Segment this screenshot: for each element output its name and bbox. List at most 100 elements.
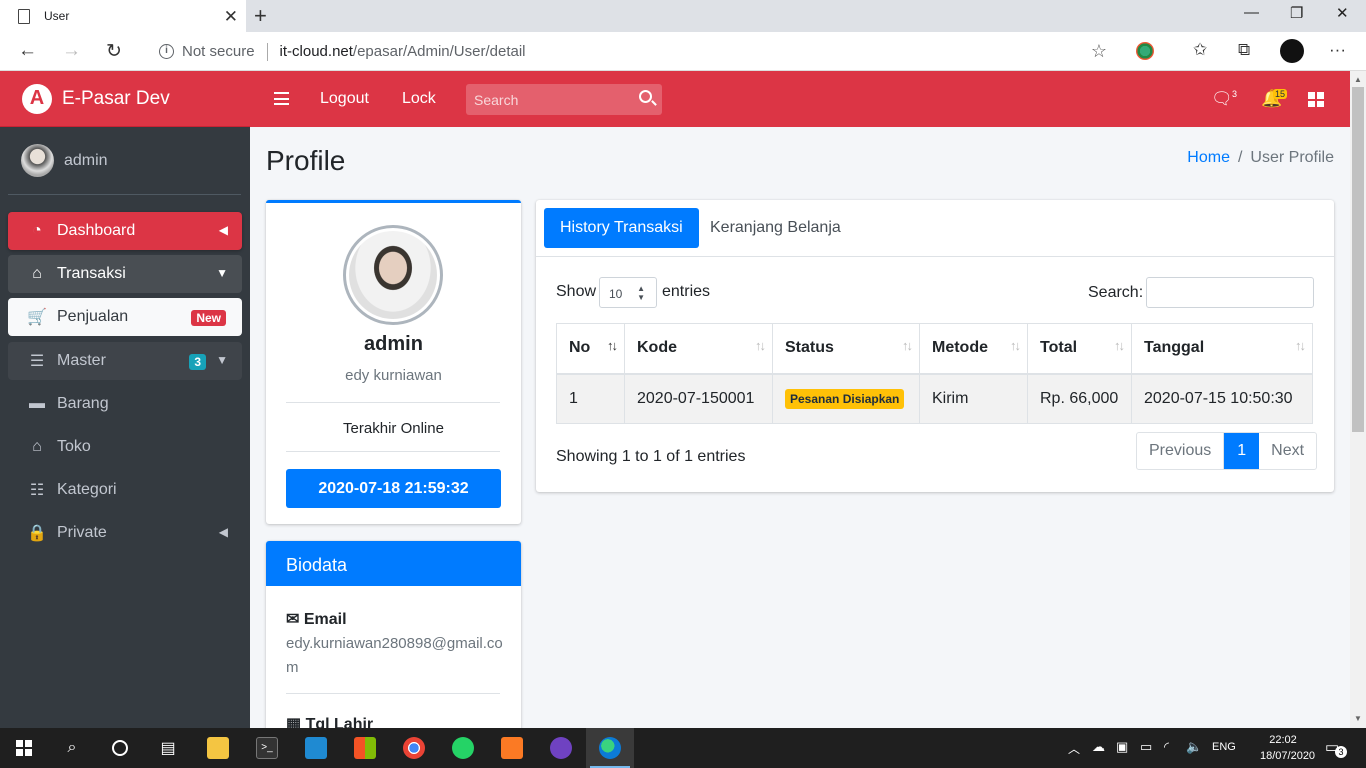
volume-icon[interactable]: 🔈 xyxy=(1186,739,1202,755)
page-scrollbar[interactable]: ▲ ▼ xyxy=(1350,71,1366,728)
page-icon xyxy=(18,8,30,24)
page-title: Profile xyxy=(266,145,346,176)
logout-link[interactable]: Logout xyxy=(320,90,369,108)
xampp-icon[interactable] xyxy=(488,728,536,768)
sidebar: admin ◔ Dashboard ◀ ⌂ Transaksi ▼ 🛒 Penj… xyxy=(0,127,250,728)
new-tab-button[interactable]: + xyxy=(254,3,267,29)
sidebar-item-private[interactable]: 🔒 Private ◀ xyxy=(8,514,242,552)
tab-keranjang-belanja[interactable]: Keranjang Belanja xyxy=(694,208,857,248)
previous-page-button[interactable]: Previous xyxy=(1137,433,1225,469)
sidebar-item-penjualan[interactable]: 🛒 Penjualan New xyxy=(8,298,242,336)
sidebar-item-kategori[interactable]: ☷ Kategori xyxy=(8,471,242,509)
battery-icon[interactable]: ▭ xyxy=(1140,739,1152,755)
top-navbar: Logout Lock Search 🗨 3 🔔 15 xyxy=(250,71,1350,127)
scroll-down-icon[interactable]: ▼ xyxy=(1354,714,1362,723)
sidebar-item-barang[interactable]: ▬ Barang xyxy=(8,385,242,423)
scroll-up-icon[interactable]: ▲ xyxy=(1354,75,1362,84)
messages-icon[interactable]: 🗨 xyxy=(1211,89,1233,109)
tray-chevron-up-icon[interactable]: ︿ xyxy=(1068,740,1080,757)
security-label: Not secure xyxy=(182,43,255,60)
page-1-button[interactable]: 1 xyxy=(1224,433,1260,469)
search-icon[interactable] xyxy=(639,90,652,103)
transactions-card: History Transaksi Keranjang Belanja Show… xyxy=(536,200,1334,492)
sidebar-item-dashboard[interactable]: ◔ Dashboard ◀ xyxy=(8,212,242,250)
table-row[interactable]: 1 2020-07-150001 Pesanan Disiapkan Kirim… xyxy=(556,373,1313,424)
info-icon[interactable]: i xyxy=(159,44,174,59)
profile-username: admin xyxy=(364,333,423,355)
address-bar-row: ← → ↻ i Not secure it-cloud.net /epasar/… xyxy=(0,32,1366,71)
language-indicator[interactable]: ENG xyxy=(1212,741,1236,753)
sidebar-item-toko[interactable]: ⌂ Toko xyxy=(8,428,242,466)
column-tanggal[interactable]: Tanggal ↑↓ xyxy=(1131,323,1313,375)
column-label: Status xyxy=(785,339,834,357)
more-menu-icon[interactable]: ··· xyxy=(1329,40,1346,60)
tachometer-icon: ◔ xyxy=(32,222,42,239)
whatsapp-icon[interactable] xyxy=(439,728,487,768)
sidebar-user-panel[interactable]: admin xyxy=(8,127,241,195)
lock-link[interactable]: Lock xyxy=(402,90,436,108)
tray-app-icon[interactable]: ▣ xyxy=(1116,739,1128,755)
forward-icon[interactable]: → xyxy=(62,40,81,62)
store-icon[interactable] xyxy=(341,728,389,768)
column-kode[interactable]: Kode ↑↓ xyxy=(624,323,773,375)
profile-avatar-icon[interactable] xyxy=(1280,39,1304,63)
control-sidebar-grid-icon[interactable] xyxy=(1308,92,1324,107)
scrollbar-thumb[interactable] xyxy=(1352,87,1364,432)
url-field[interactable]: i Not secure it-cloud.net /epasar/Admin/… xyxy=(145,36,1119,67)
navbar-search-input[interactable]: Search xyxy=(466,84,662,115)
next-page-button[interactable]: Next xyxy=(1259,433,1316,469)
column-status[interactable]: Status ↑↓ xyxy=(772,323,920,375)
sidebar-item-master[interactable]: ☰ Master 3 ▼ xyxy=(8,342,242,380)
last-online-button[interactable]: 2020-07-18 21:59:32 xyxy=(286,469,501,508)
minimize-icon[interactable]: — xyxy=(1244,4,1259,21)
hamburger-menu-icon[interactable] xyxy=(274,92,289,105)
close-tab-icon[interactable]: ✕ xyxy=(224,7,238,27)
entries-select[interactable]: 10 ▲ ▼ xyxy=(599,277,657,308)
profile-avatar xyxy=(343,225,443,325)
browser-tab[interactable]: User ✕ xyxy=(0,0,246,32)
cell-metode: Kirim xyxy=(919,373,1028,424)
extension-icon[interactable] xyxy=(1136,42,1154,60)
sort-icon: ↑↓ xyxy=(1114,338,1125,353)
vscode-icon[interactable] xyxy=(292,728,340,768)
file-explorer-icon[interactable] xyxy=(194,728,242,768)
favorite-star-icon[interactable]: ☆ xyxy=(1091,41,1107,62)
store-icon: ⌂ xyxy=(32,438,42,455)
url-path: /epasar/Admin/User/detail xyxy=(352,43,526,60)
windows-start-icon[interactable] xyxy=(0,728,48,768)
column-no[interactable]: No ↑↓ xyxy=(556,323,625,375)
show-label: Show xyxy=(556,283,597,300)
column-metode[interactable]: Metode ↑↓ xyxy=(919,323,1028,375)
edge-icon[interactable] xyxy=(586,728,634,768)
task-view-icon[interactable]: ▤ xyxy=(144,728,192,768)
search-icon[interactable]: ⌕ xyxy=(48,728,96,768)
refresh-icon[interactable]: ↻ xyxy=(106,40,122,63)
close-window-icon[interactable]: ✕ xyxy=(1336,4,1349,22)
github-desktop-icon[interactable] xyxy=(537,728,585,768)
database-icon: ☰ xyxy=(29,353,45,370)
breadcrumb-home-link[interactable]: Home xyxy=(1187,149,1230,166)
cell-tanggal: 2020-07-15 10:50:30 xyxy=(1131,373,1313,424)
favorites-icon[interactable]: ✩ xyxy=(1193,40,1207,60)
avatar-image xyxy=(349,231,437,319)
tab-history-transaksi[interactable]: History Transaksi xyxy=(544,208,699,248)
lock-icon: 🔒 xyxy=(27,525,47,542)
terminal-icon[interactable]: >_ xyxy=(243,728,291,768)
brand-link[interactable]: A E-Pasar Dev xyxy=(0,71,250,127)
cortana-icon[interactable] xyxy=(96,728,144,768)
back-icon[interactable]: ← xyxy=(18,40,37,62)
sidebar-item-label: Master xyxy=(57,352,106,369)
table-search-input[interactable] xyxy=(1146,277,1314,308)
browser-tab-strip: User ✕ + — ❐ ✕ xyxy=(0,0,1366,32)
onedrive-icon[interactable]: ☁ xyxy=(1092,739,1105,755)
chrome-icon[interactable] xyxy=(390,728,438,768)
clock-time: 22:02 xyxy=(1269,734,1297,746)
status-badge: Pesanan Disiapkan xyxy=(785,388,905,409)
restore-icon[interactable]: ❐ xyxy=(1290,4,1303,22)
collections-icon[interactable]: ⧉ xyxy=(1238,40,1250,60)
column-total[interactable]: Total ↑↓ xyxy=(1027,323,1132,375)
clock[interactable]: 22:02 18/07/2020 xyxy=(1260,732,1315,764)
sidebar-item-transaksi[interactable]: ⌂ Transaksi ▼ xyxy=(8,255,242,293)
windows-taskbar: ⌕ ▤ >_ ︿ ☁ ▣ ▭ ◜ 🔈 ENG 22:02 18/07/2020 … xyxy=(0,728,1366,768)
wifi-icon[interactable]: ◜ xyxy=(1164,739,1169,755)
